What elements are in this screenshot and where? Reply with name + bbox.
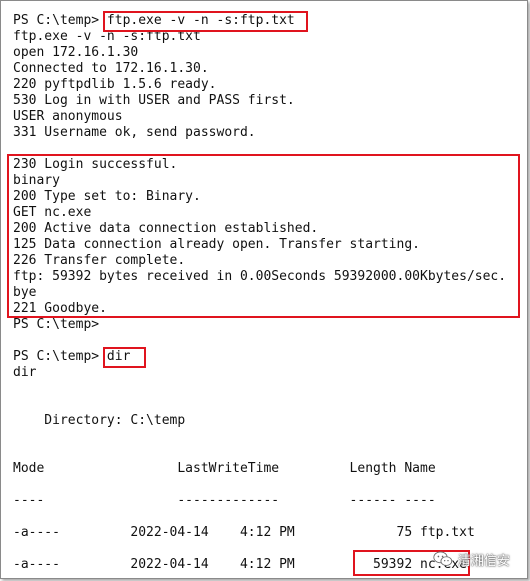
console-line: PS C:\temp> bbox=[13, 317, 100, 332]
console-line: 331 Username ok, send password. bbox=[13, 125, 256, 140]
console-line: dir bbox=[13, 365, 37, 380]
wechat-icon bbox=[433, 551, 453, 566]
wechat-watermark: 清湘信安 bbox=[433, 549, 510, 569]
console-line: ---- ------------- ------ ---- bbox=[13, 493, 436, 508]
console-line: Directory: C:\temp bbox=[13, 413, 186, 428]
watermark-text: 清湘信安 bbox=[458, 553, 511, 569]
highlight-ftp-command bbox=[103, 11, 308, 32]
console-line: Connected to 172.16.1.30. bbox=[13, 61, 209, 76]
highlight-ftp-transfer bbox=[7, 154, 520, 318]
screenshot-frame: PS C:\temp> ftp.exe -v -n -s:ftp.txt ftp… bbox=[0, 0, 528, 579]
console-line: 220 pyftpdlib 1.5.6 ready. bbox=[13, 77, 217, 92]
console-line: open 172.16.1.30 bbox=[13, 45, 139, 60]
console-line: Mode LastWriteTime Length Name bbox=[13, 461, 436, 476]
console-line: USER anonymous bbox=[13, 109, 123, 124]
highlight-dir-command bbox=[103, 347, 146, 368]
console-line: -a---- 2022-04-14 4:12 PM 75 ftp.txt bbox=[13, 525, 475, 540]
console-line: 530 Log in with USER and PASS first. bbox=[13, 93, 295, 108]
